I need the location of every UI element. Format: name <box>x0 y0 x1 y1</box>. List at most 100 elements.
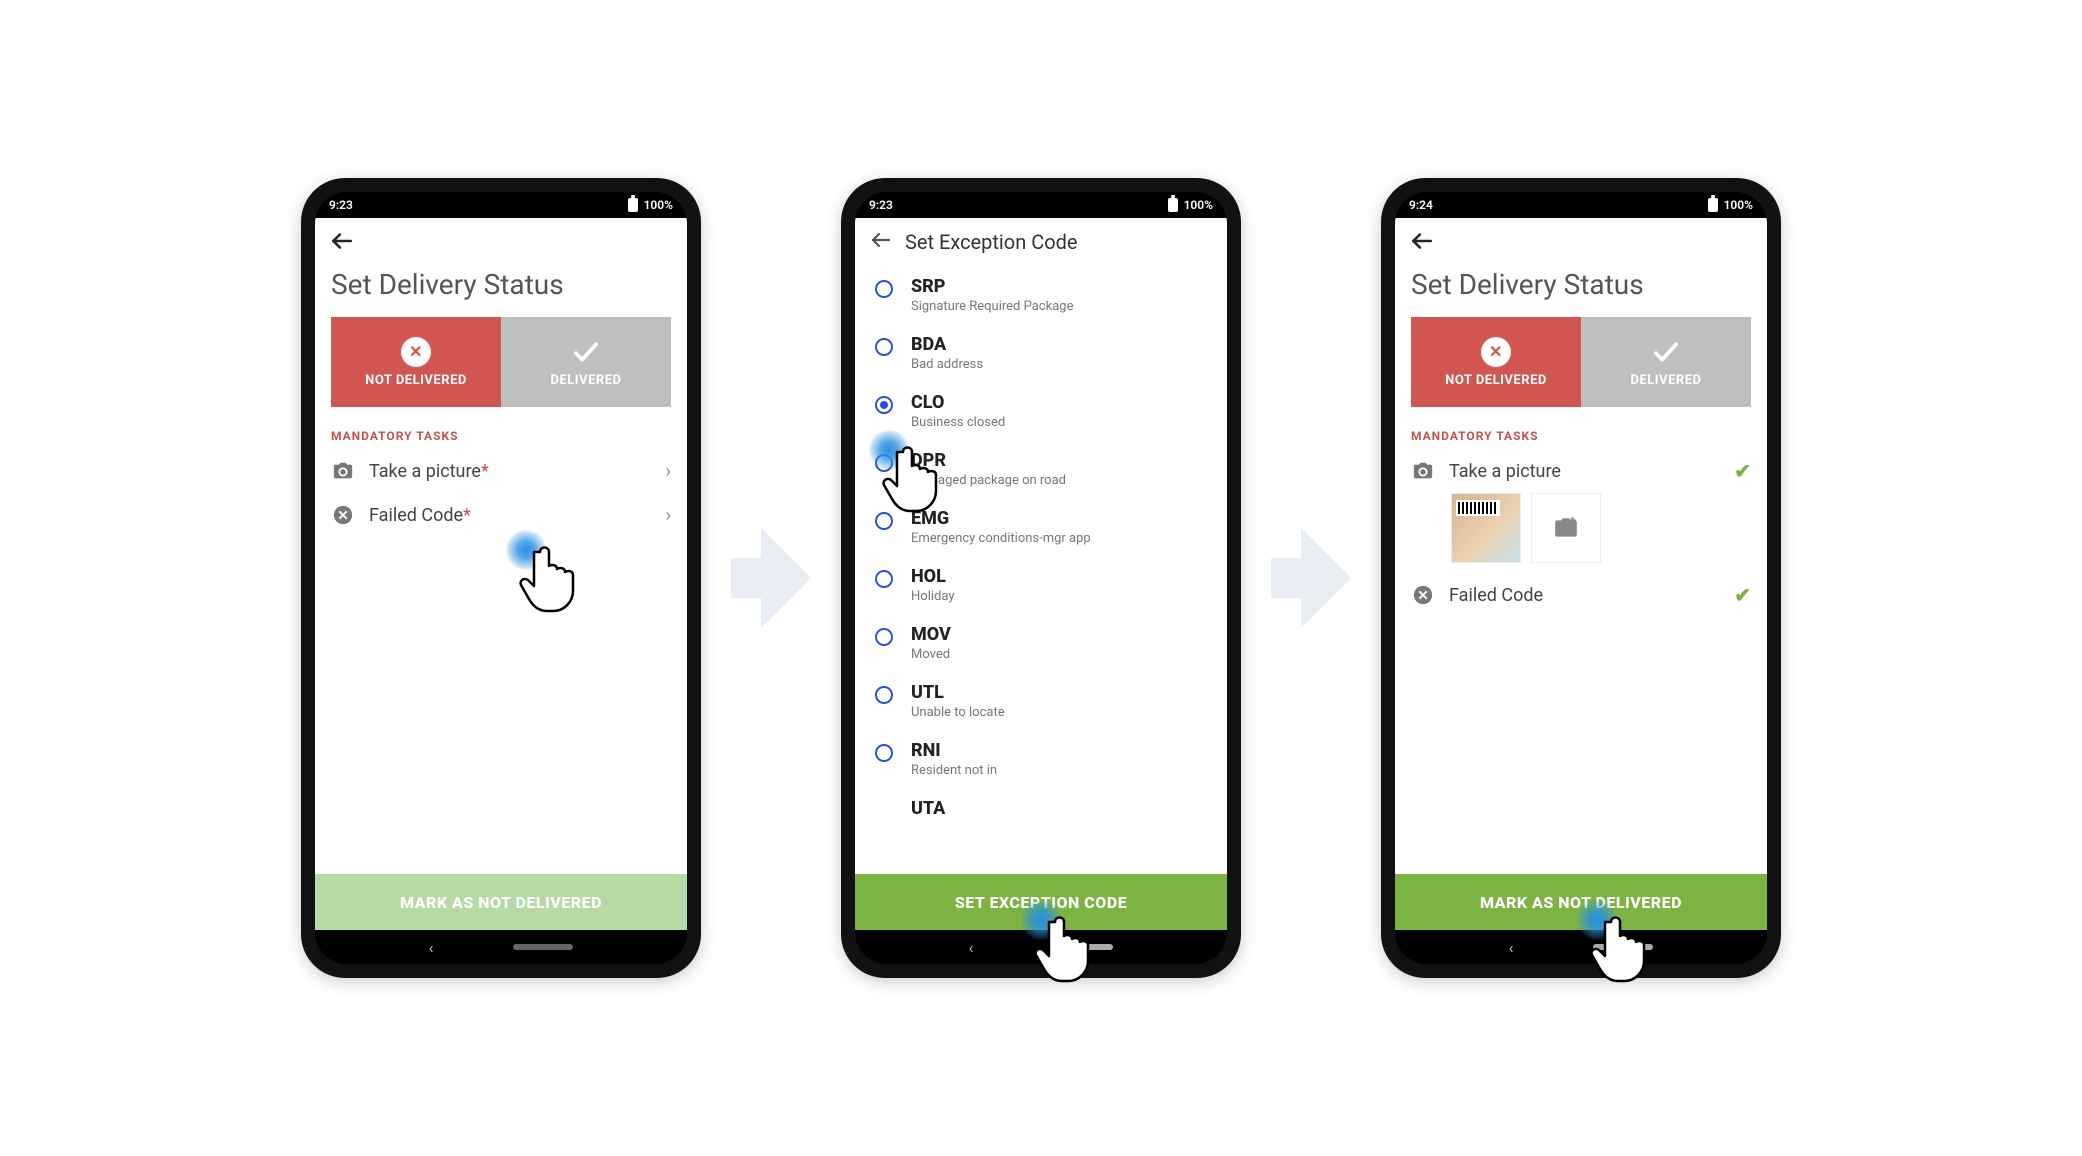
section-mandatory: MANDATORY TASKS <box>315 407 687 449</box>
option-code: RNI <box>911 740 997 761</box>
task-take-picture[interactable]: Take a picture* › <box>315 449 687 493</box>
option-code: BDA <box>911 334 983 355</box>
phone-frame-3: 9:24 100% Set Delivery Status ✕ NOT DELI… <box>1381 178 1781 978</box>
option-code: SRP <box>911 276 1073 297</box>
nav-pill-icon[interactable] <box>1593 944 1653 950</box>
mark-not-delivered-button[interactable]: MARK AS NOT DELIVERED <box>315 874 687 930</box>
battery-icon <box>1168 198 1178 212</box>
option-desc: Unable to locate <box>911 705 1005 720</box>
back-icon[interactable] <box>329 228 355 258</box>
nav-back-icon[interactable]: ‹ <box>429 938 434 957</box>
radio-selected-icon <box>875 396 893 414</box>
option-code: MOV <box>911 624 951 645</box>
android-navbar: ‹ <box>315 930 687 964</box>
exception-option-dpr[interactable]: DPR Damaged package on road <box>855 440 1227 498</box>
exception-option-mov[interactable]: MOV Moved <box>855 614 1227 672</box>
option-desc: Resident not in <box>911 763 997 778</box>
check-icon <box>571 337 601 367</box>
option-code: UTL <box>911 682 1005 703</box>
task-failed-code[interactable]: Failed Code* › <box>315 493 687 537</box>
task-label: Take a picture <box>1449 461 1720 482</box>
android-navbar: ‹ <box>1395 930 1767 964</box>
option-desc: Holiday <box>911 589 954 604</box>
nav-back-icon[interactable]: ‹ <box>969 938 974 957</box>
x-circle-icon: ✕ <box>1481 337 1511 367</box>
android-navbar: ‹ <box>855 930 1227 964</box>
status-bar: 9:23 100% <box>855 192 1227 218</box>
diagram-stage: 9:23 100% Set Delivery Status ✕ NOT DELI… <box>301 178 1781 978</box>
task-label: Failed Code <box>369 505 463 526</box>
flow-arrow-icon <box>731 518 811 638</box>
option-code: UTA <box>911 798 945 819</box>
radio-icon <box>875 570 893 588</box>
action-label: MARK AS NOT DELIVERED <box>1480 893 1682 912</box>
add-photo-button[interactable] <box>1531 493 1601 563</box>
exception-option-bda[interactable]: BDA Bad address <box>855 324 1227 382</box>
clock: 9:23 <box>329 198 353 212</box>
radio-icon <box>875 686 893 704</box>
photo-thumbnails <box>1395 493 1767 573</box>
exception-option-hol[interactable]: HOL Holiday <box>855 556 1227 614</box>
check-complete-icon: ✔ <box>1734 583 1751 607</box>
header-title: Set Exception Code <box>905 230 1078 254</box>
camera-icon <box>1411 459 1435 483</box>
radio-icon <box>875 280 893 298</box>
battery-icon <box>1708 198 1718 212</box>
exception-option-clo[interactable]: CLO Business closed <box>855 382 1227 440</box>
back-icon[interactable] <box>1409 228 1435 258</box>
exception-option-rni[interactable]: RNI Resident not in <box>855 730 1227 788</box>
nav-back-icon[interactable]: ‹ <box>1509 938 1514 957</box>
nav-pill-icon[interactable] <box>513 944 573 950</box>
check-complete-icon: ✔ <box>1734 459 1751 483</box>
camera-icon <box>331 459 355 483</box>
set-exception-button[interactable]: SET EXCEPTION CODE <box>855 874 1227 930</box>
status-bar: 9:24 100% <box>1395 192 1767 218</box>
radio-icon <box>875 338 893 356</box>
chevron-right-icon: › <box>666 505 671 526</box>
option-desc: Business closed <box>911 415 1005 430</box>
tab-delivered[interactable]: DELIVERED <box>1581 317 1751 407</box>
battery-percent: 100% <box>1724 198 1753 212</box>
required-asterisk: * <box>463 505 471 526</box>
task-label: Take a picture <box>369 461 481 482</box>
option-code: CLO <box>911 392 1005 413</box>
radio-icon <box>875 628 893 646</box>
option-desc: Moved <box>911 647 951 662</box>
radio-icon <box>875 512 893 530</box>
check-icon <box>1651 337 1681 367</box>
x-circle-outline-icon <box>331 503 355 527</box>
option-desc: Bad address <box>911 357 983 372</box>
exception-option-emg[interactable]: EMG Emergency conditions-mgr app <box>855 498 1227 556</box>
option-desc: Damaged package on road <box>911 473 1066 488</box>
clock: 9:23 <box>869 198 893 212</box>
mark-not-delivered-button[interactable]: MARK AS NOT DELIVERED <box>1395 874 1767 930</box>
x-circle-outline-icon <box>1411 583 1435 607</box>
action-label: MARK AS NOT DELIVERED <box>400 893 602 912</box>
nav-pill-icon[interactable] <box>1053 944 1113 950</box>
tab-label: NOT DELIVERED <box>365 373 467 388</box>
tab-not-delivered[interactable]: ✕ NOT DELIVERED <box>1411 317 1581 407</box>
x-circle-icon: ✕ <box>401 337 431 367</box>
battery-icon <box>628 198 638 212</box>
tab-label: DELIVERED <box>551 373 622 388</box>
task-failed-code[interactable]: Failed Code ✔ <box>1395 573 1767 617</box>
chevron-right-icon: › <box>666 461 671 482</box>
tab-label: DELIVERED <box>1631 373 1702 388</box>
exception-option-uta[interactable]: UTA <box>855 788 1227 820</box>
exception-option-utl[interactable]: UTL Unable to locate <box>855 672 1227 730</box>
radio-icon <box>875 744 893 762</box>
tab-not-delivered[interactable]: ✕ NOT DELIVERED <box>331 317 501 407</box>
exception-option-srp[interactable]: SRP Signature Required Package <box>855 266 1227 324</box>
page-title: Set Delivery Status <box>1395 262 1767 317</box>
option-desc: Signature Required Package <box>911 299 1073 314</box>
battery-percent: 100% <box>1184 198 1213 212</box>
photo-thumbnail[interactable] <box>1451 493 1521 563</box>
task-take-picture[interactable]: Take a picture ✔ <box>1395 449 1767 493</box>
task-label: Failed Code <box>1449 585 1720 606</box>
tab-delivered[interactable]: DELIVERED <box>501 317 671 407</box>
back-icon[interactable] <box>869 228 893 256</box>
section-mandatory: MANDATORY TASKS <box>1395 407 1767 449</box>
action-label: SET EXCEPTION CODE <box>955 893 1127 912</box>
option-code: EMG <box>911 508 1091 529</box>
radio-icon <box>875 454 893 472</box>
